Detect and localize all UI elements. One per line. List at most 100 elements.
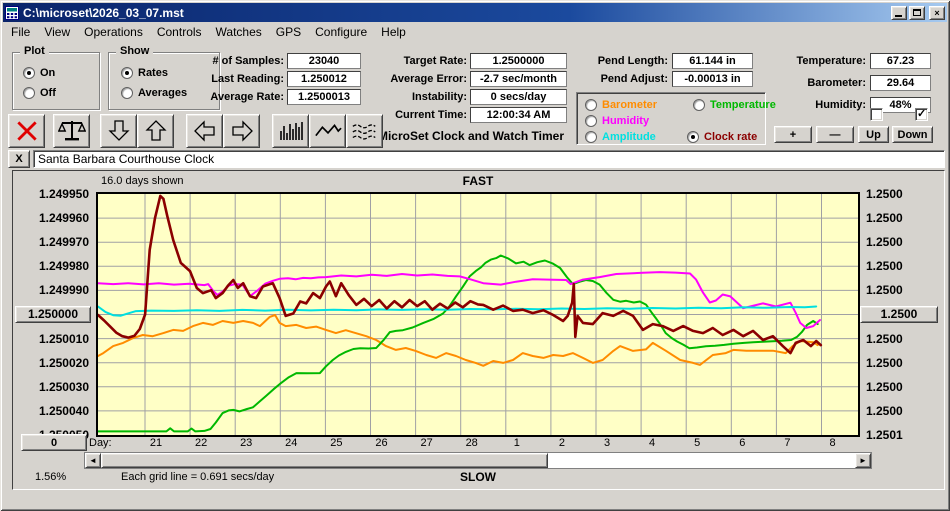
chart-panel: 16.0 days shown FAST 1.249950 1.249960 1.2… <box>12 170 945 490</box>
radio-clock-rate[interactable]: Clock rate <box>687 130 757 144</box>
radio-on[interactable]: On <box>23 66 55 80</box>
menu-controls[interactable]: Controls <box>150 25 209 39</box>
radio-circle[interactable] <box>585 115 597 127</box>
radio-label: Barometer <box>602 99 658 111</box>
radio-amplitude[interactable]: Amplitude <box>585 130 656 144</box>
balance-scale-icon <box>57 121 86 141</box>
current_time-value: 12:00:34 AM <box>470 107 567 123</box>
scroll-left-button[interactable] <box>186 114 223 148</box>
radio-circle[interactable] <box>693 99 705 111</box>
fast-label: FAST <box>462 174 494 188</box>
radio-circle[interactable] <box>121 67 133 79</box>
radio-circle[interactable] <box>23 87 35 99</box>
left-axis-center-button[interactable]: 1.250000 <box>15 306 91 323</box>
scrollbar-right-arrow[interactable]: ► <box>855 453 871 468</box>
radio-label: Amplitude <box>602 131 656 143</box>
slow-label: SLOW <box>460 470 496 484</box>
radio-circle[interactable] <box>121 87 133 99</box>
day-tick: 2 <box>558 437 565 449</box>
left-tick: 1.250030 <box>38 379 89 394</box>
minus-button[interactable]: — <box>816 126 854 143</box>
radio-temperature[interactable]: Temperature <box>693 98 776 112</box>
radio-label: Temperature <box>710 99 776 111</box>
radio-humidity[interactable]: Humidity <box>585 114 649 128</box>
left-tick: 1.250010 <box>38 331 89 346</box>
instability-value: 0 secs/day <box>470 89 567 105</box>
last_reading-label: Last Reading: <box>211 73 284 85</box>
right-tick: 1.2500 <box>866 403 903 418</box>
histogram-icon <box>279 122 303 140</box>
radio-circle[interactable] <box>23 67 35 79</box>
plus-button[interactable]: + <box>774 126 812 143</box>
chart-scrollbar[interactable]: ◄ ► <box>84 452 872 469</box>
shift-up-button[interactable] <box>137 114 174 148</box>
balance-button[interactable] <box>53 114 90 148</box>
series-temperature <box>98 254 819 433</box>
window-title: C:\microset\2026_03_07.mst <box>23 5 184 20</box>
down-button[interactable]: Down <box>892 126 933 143</box>
day-tick: 26 <box>375 437 388 449</box>
day-tick: 8 <box>829 437 836 449</box>
right-axis-center-button[interactable]: 1.2500 <box>860 306 938 323</box>
left-tick: 1.249970 <box>38 235 89 250</box>
radio-circle[interactable] <box>585 99 597 111</box>
plot-area[interactable] <box>96 192 860 437</box>
right-arrow-icon <box>231 120 253 142</box>
radio-circle[interactable] <box>687 131 699 143</box>
right-tick: 1.2501 <box>866 428 903 442</box>
shift-down-button[interactable] <box>100 114 137 148</box>
wavy-lines-icon <box>351 124 376 140</box>
temperature-value: 67.23 <box>870 53 931 69</box>
minimize-button[interactable] <box>891 5 907 20</box>
zigzag-line-icon <box>314 124 342 137</box>
target_rate-label: Target Rate: <box>403 55 467 67</box>
menu-view[interactable]: View <box>37 25 77 39</box>
menu-gps[interactable]: GPS <box>269 25 308 39</box>
samples-label: # of Samples: <box>212 55 284 67</box>
app-window: C:\microset\2026_03_07.mst × File View Ope… <box>0 0 950 511</box>
average_error-label: Average Error: <box>390 73 467 85</box>
up-button[interactable]: Up <box>858 126 889 143</box>
day-tick: 21 <box>149 437 163 449</box>
scrollbar-thumb[interactable] <box>101 453 548 468</box>
radio-circle[interactable] <box>585 131 597 143</box>
day-tick: 27 <box>420 437 433 449</box>
day-tick: 5 <box>694 437 701 449</box>
zero-button[interactable]: 0 <box>21 434 87 451</box>
maximize-button[interactable] <box>909 5 925 20</box>
right-tick: 1.2500 <box>866 331 903 346</box>
day-tick: 7 <box>784 437 791 449</box>
menu-file[interactable]: File <box>4 25 37 39</box>
day-tick: 28 <box>465 437 478 449</box>
right-tick: 1.2500 <box>866 187 903 201</box>
radio-barometer[interactable]: Barometer <box>585 98 657 112</box>
app-icon <box>5 5 19 20</box>
titlebar[interactable]: C:\microset\2026_03_07.mst × <box>3 3 947 22</box>
radio-label: Clock rate <box>704 131 758 143</box>
delete-button[interactable] <box>8 114 45 148</box>
day-tick: 4 <box>649 437 656 449</box>
down-arrow-icon <box>107 120 130 141</box>
scrollbar-left-arrow[interactable]: ◄ <box>85 453 101 468</box>
left-checkbox[interactable] <box>870 108 883 121</box>
barometer-value: 29.64 <box>870 75 931 91</box>
comment-input[interactable] <box>33 150 945 168</box>
radio-off[interactable]: Off <box>23 86 56 100</box>
menu-operations[interactable]: Operations <box>77 25 150 39</box>
menu-help[interactable]: Help <box>374 25 413 39</box>
average_rate-label: Average Rate: <box>210 91 284 103</box>
histogram-view-button[interactable] <box>272 114 309 148</box>
close-button[interactable]: × <box>929 5 945 20</box>
line-view-button[interactable] <box>309 114 346 148</box>
scroll-right-button[interactable] <box>223 114 260 148</box>
left-tick: 1.249980 <box>38 259 89 274</box>
comment-clear-button[interactable]: X <box>8 150 30 168</box>
series-clock_rate <box>98 194 823 355</box>
menu-configure[interactable]: Configure <box>308 25 374 39</box>
smooth-view-button[interactable] <box>346 114 383 148</box>
menu-watches[interactable]: Watches <box>209 25 269 39</box>
left-tick: 1.249950 <box>38 187 89 201</box>
day-tick: 23 <box>240 437 253 449</box>
series-barometer <box>98 314 819 367</box>
right-checkbox[interactable] <box>915 107 928 121</box>
